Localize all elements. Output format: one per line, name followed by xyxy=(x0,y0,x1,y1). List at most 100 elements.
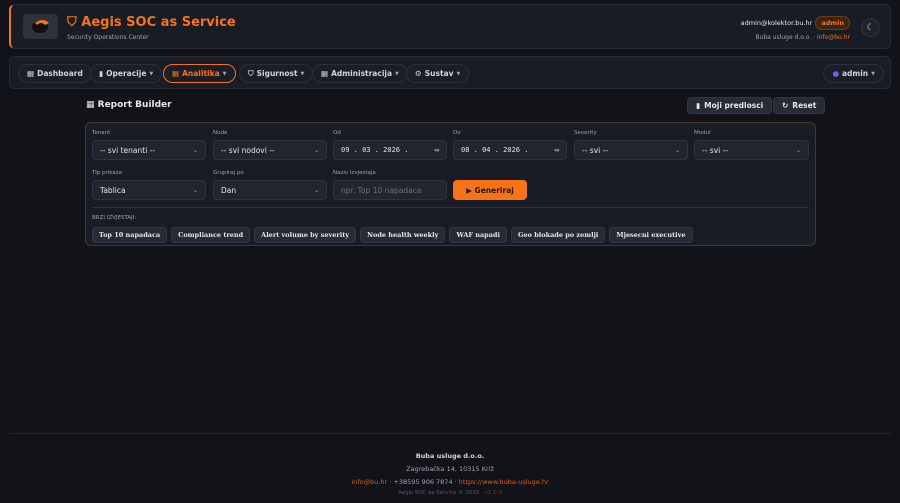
user-menu-button[interactable]: ● admin ▼ xyxy=(823,64,884,83)
select-value: -- svi nodovi -- xyxy=(221,145,275,155)
tip-label: Tip prikaza xyxy=(92,170,122,176)
select-value: Dan xyxy=(221,185,237,195)
node-select[interactable]: -- svi nodovi -- ⌄ xyxy=(213,140,327,160)
nav-label: Administracija xyxy=(331,69,393,78)
operations-icon: ▮ xyxy=(99,69,104,78)
reset-button[interactable]: ↻ Reset xyxy=(773,97,826,114)
copyright: Aegis SOC as Service © 2026 · xyxy=(398,490,485,496)
date-value: 09 . 03 . 2026 . xyxy=(341,146,409,154)
app-header: ⛉ Aegis SOC as Service Security Operatio… xyxy=(9,4,891,49)
footer-address: Zagrebačka 14, 10315 Križ xyxy=(406,465,494,473)
quick-report-chip[interactable]: Mjesecni executive xyxy=(609,227,693,243)
nav-label: Sustav xyxy=(424,69,454,78)
footer-contact: info@bu.hr · +38595 906 7874 · https://w… xyxy=(9,478,891,486)
group-by-label: Grupiraj po xyxy=(213,170,244,176)
shield-icon: ⛉ xyxy=(248,68,254,78)
nav-label: Operacije xyxy=(106,69,147,78)
chevron-down-icon: ⌄ xyxy=(192,186,198,194)
dashboard-icon: ▦ xyxy=(27,69,35,78)
report-name-label: Naziv izvjestaja xyxy=(333,170,376,176)
quick-report-chip[interactable]: Node health weekly xyxy=(360,227,446,243)
nav-sigurnost[interactable]: ⛉ Sigurnost ▼ xyxy=(239,64,314,83)
date-from-input[interactable]: 09 . 03 . 2026 . ▭ xyxy=(333,140,447,160)
user-name: admin xyxy=(841,69,869,78)
placeholder: npr. Top 10 napadaca xyxy=(341,185,422,195)
tenant-select[interactable]: -- svi tenanti -- ⌄ xyxy=(92,140,206,160)
quick-report-chip[interactable]: Alert volume by severity xyxy=(254,227,357,243)
date-value: 08 . 04 . 2026 . xyxy=(461,146,529,154)
quick-report-chip[interactable]: WAF napadi xyxy=(449,227,507,243)
od-label: Od xyxy=(333,130,341,136)
modul-select[interactable]: -- svi -- ⌄ xyxy=(694,140,809,160)
display-type-select[interactable]: Tablica ⌄ xyxy=(92,180,206,200)
role-badge: admin xyxy=(815,16,850,30)
chart-icon: ▦ xyxy=(172,69,180,78)
node-label: Node xyxy=(213,130,228,136)
user-icon: ● xyxy=(832,69,839,78)
building-icon: ▦ xyxy=(321,69,329,78)
footer-email-link[interactable]: info@bu.hr xyxy=(351,478,387,486)
divider xyxy=(92,207,809,208)
templates-button[interactable]: ▮ Moji predlosci xyxy=(687,97,773,114)
group-by-select[interactable]: Dan ⌄ xyxy=(213,180,327,200)
quick-report-chip[interactable]: Geo blokade po zemlji xyxy=(510,227,606,243)
refresh-icon: ↻ xyxy=(782,101,789,110)
chevron-down-icon: ⌄ xyxy=(313,186,319,194)
caret-down-icon: ▼ xyxy=(300,70,305,77)
button-label: Moji predlosci xyxy=(704,101,764,110)
nav-label: Analitika xyxy=(182,69,220,78)
caret-down-icon: ▼ xyxy=(222,70,227,77)
report-name-input[interactable]: npr. Top 10 napadaca xyxy=(333,180,447,200)
company-email-link[interactable]: info@bu.hr xyxy=(817,34,850,41)
quick-report-chip[interactable]: Compliance trend xyxy=(171,227,251,243)
page-title: ▦ Report Builder xyxy=(86,100,172,110)
footer-website-link[interactable]: https://www.buba-usluge.hr xyxy=(459,478,549,486)
user-email: admin@kolektor.bu.hr xyxy=(740,19,813,27)
document-icon: ▮ xyxy=(696,101,701,110)
chevron-down-icon: ⌄ xyxy=(313,146,319,154)
calendar-icon[interactable]: ▭ xyxy=(435,146,439,154)
footer-company: Buba usluge d.o.o. xyxy=(415,452,485,460)
select-value: Tablica xyxy=(100,185,126,195)
nav-sustav[interactable]: ⚙ Sustav ▼ xyxy=(406,64,470,83)
main-nav: ▦ Dashboard ▮ Operacije ▼ ▦ Analitika ▼ ⛉ Sigu… xyxy=(9,56,891,89)
footer: Buba usluge d.o.o. Zagrebačka 14, 10315 … xyxy=(9,433,891,496)
shield-icon: ⛉ xyxy=(67,15,82,30)
select-value: -- svi -- xyxy=(702,145,729,155)
footer-copyright: Aegis SOC as Service © 2026 · v1.0.0 xyxy=(9,490,891,496)
button-label: Reset xyxy=(792,101,817,110)
user-info: admin@kolektor.bu.hr admin xyxy=(741,16,850,30)
modul-label: Modul xyxy=(694,130,711,136)
nav-analitika[interactable]: ▦ Analitika ▼ xyxy=(163,64,236,83)
nav-administracija[interactable]: ▦ Administracija ▼ xyxy=(312,64,408,83)
nav-dashboard[interactable]: ▦ Dashboard xyxy=(18,64,92,83)
quick-reports-label: BRZI IZVJESTAJI: xyxy=(92,215,137,221)
theme-toggle-button[interactable]: ☾ xyxy=(861,18,880,37)
do-label: Do xyxy=(453,130,461,136)
quick-report-chip[interactable]: Top 10 napadaca xyxy=(92,227,168,243)
caret-down-icon: ▼ xyxy=(456,70,461,77)
severity-select[interactable]: -- svi -- ⌄ xyxy=(574,140,688,160)
company-name: Buba usluge d.o.o. xyxy=(755,34,812,41)
footer-phone: · +38595 906 7874 · xyxy=(387,478,459,486)
app-subtitle: Security Operations Center xyxy=(67,34,149,41)
caret-down-icon: ▼ xyxy=(395,70,399,77)
caret-down-icon: ▼ xyxy=(871,70,875,77)
select-value: -- svi tenanti -- xyxy=(100,145,156,155)
quick-reports: Top 10 napadaca Compliance trend Alert v… xyxy=(92,227,693,243)
logo xyxy=(23,14,58,39)
nav-operacije[interactable]: ▮ Operacije ▼ xyxy=(90,64,163,83)
severity-label: Severity xyxy=(574,130,597,136)
calendar-icon[interactable]: ▭ xyxy=(555,146,559,154)
chevron-down-icon: ⌄ xyxy=(674,146,680,154)
select-value: -- svi -- xyxy=(582,145,609,155)
moon-icon: ☾ xyxy=(866,23,875,33)
date-to-input[interactable]: 08 . 04 . 2026 . ▭ xyxy=(453,140,567,160)
nav-label: Dashboard xyxy=(37,69,83,78)
caret-down-icon: ▼ xyxy=(149,70,154,77)
chevron-down-icon: ⌄ xyxy=(192,146,198,154)
chevron-down-icon: ⌄ xyxy=(795,146,801,154)
generate-button[interactable]: ▶ Generiraj xyxy=(453,180,527,200)
company-info: Buba usluge d.o.o. · info@bu.hr xyxy=(755,34,850,41)
tenant-label: Tenant xyxy=(92,130,111,136)
